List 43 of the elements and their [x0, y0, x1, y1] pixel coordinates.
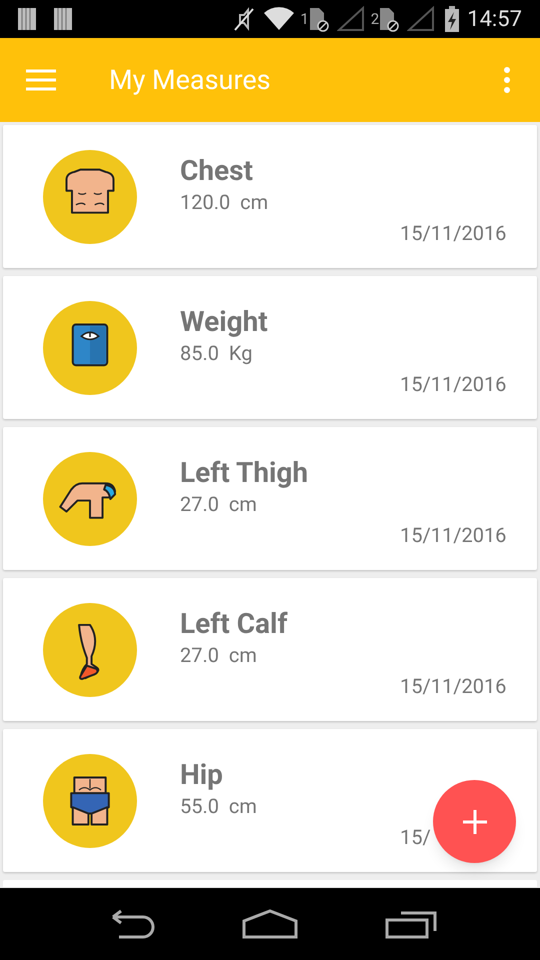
signal-icon [407, 6, 436, 32]
measure-date: 15/ [400, 824, 431, 851]
measure-value: 55.0 cm [180, 793, 257, 819]
plus-icon [462, 810, 486, 834]
measure-name: Left Thigh [180, 455, 308, 491]
hip-icon [43, 754, 137, 848]
measure-value: 120.0 cm [180, 189, 268, 215]
measure-name: Hip [180, 757, 224, 793]
thigh-icon [43, 452, 137, 546]
sim-card-icon [308, 6, 329, 32]
measure-date: 15/11/2016 [400, 673, 506, 700]
app-title: My Measures [109, 62, 271, 98]
notification-icon [18, 8, 36, 30]
clock: 14:57 [467, 6, 522, 34]
scale-icon [43, 301, 137, 395]
measure-date: 15/11/2016 [400, 371, 506, 398]
menu-icon [26, 69, 56, 91]
measure-value: 27.0 cm [180, 491, 258, 517]
measure-card[interactable]: Chest 120.0 cm 15/11/2016 [3, 125, 537, 268]
mute-icon [234, 7, 254, 31]
measure-name: Left Calf [180, 606, 288, 642]
recent-apps-icon[interactable] [384, 909, 437, 939]
torso-icon [43, 150, 137, 244]
measure-card[interactable]: Weight 85.0 Kg 15/11/2016 [3, 276, 537, 419]
leg-icon [43, 603, 137, 697]
more-icon [504, 67, 510, 93]
measure-name: Weight [180, 304, 268, 340]
sim-label: 1 [300, 8, 309, 30]
wifi-icon [264, 7, 294, 31]
measure-value: 85.0 Kg [180, 340, 254, 366]
measure-card[interactable]: Left Calf 27.0 cm 15/11/2016 [3, 578, 537, 721]
measure-value: 27.0 cm [180, 642, 258, 668]
battery-charging-icon [445, 6, 460, 32]
signal-icon [336, 6, 365, 32]
measure-date: 15/11/2016 [400, 522, 506, 549]
measure-card[interactable]: Hip 55.0 cm 15/ [3, 729, 537, 872]
measure-card[interactable]: Left Thigh 27.0 cm 15/11/2016 [3, 427, 537, 570]
sim-card-icon [379, 6, 400, 32]
sim-label: 2 [370, 8, 380, 30]
measure-name: Chest [180, 153, 254, 189]
notification-icon [54, 8, 72, 30]
measure-date: 15/11/2016 [400, 220, 506, 247]
home-icon[interactable] [242, 909, 298, 939]
